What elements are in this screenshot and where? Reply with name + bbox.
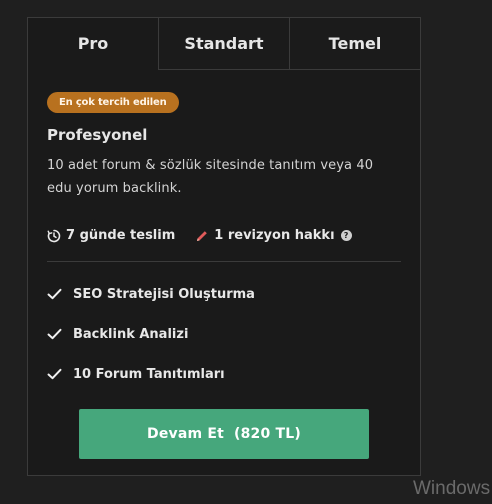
tab-standart[interactable]: Standart bbox=[158, 18, 289, 69]
feature-label: Backlink Analizi bbox=[73, 326, 189, 342]
feature-label: SEO Stratejisi Oluşturma bbox=[73, 286, 255, 302]
revision-info: 1 revizyon hakkı ? bbox=[195, 228, 352, 243]
delivery-text: 7 günde teslim bbox=[66, 228, 176, 243]
revision-text: 1 revizyon hakkı bbox=[214, 228, 335, 243]
price-label: (820 TL) bbox=[234, 426, 301, 442]
most-preferred-badge: En çok tercih edilen bbox=[47, 92, 179, 113]
list-item: Backlink Analizi bbox=[47, 314, 401, 354]
pricing-card: Pro Standart Temel En çok tercih edilen … bbox=[27, 17, 421, 476]
package-tabs: Pro Standart Temel bbox=[28, 18, 420, 70]
list-item: 10 Forum Tanıtımları bbox=[47, 354, 401, 394]
check-icon bbox=[47, 288, 62, 300]
delivery-info: 7 günde teslim bbox=[47, 228, 175, 243]
plan-title: Profesyonel bbox=[47, 126, 148, 144]
check-icon bbox=[47, 368, 62, 380]
feature-list: SEO Stratejisi Oluşturma Backlink Analiz… bbox=[47, 274, 401, 394]
windows-watermark: Windows bbox=[413, 478, 491, 499]
package-body: En çok tercih edilen Profesyonel 10 adet… bbox=[28, 70, 420, 459]
clock-icon bbox=[47, 229, 61, 242]
list-item: SEO Stratejisi Oluşturma bbox=[47, 274, 401, 314]
continue-label: Devam Et bbox=[147, 426, 225, 442]
package-meta: 7 günde teslim 1 revizyon hakkı ? bbox=[47, 228, 401, 243]
check-icon bbox=[47, 328, 62, 340]
divider bbox=[47, 261, 401, 262]
pencil-icon bbox=[197, 230, 208, 241]
feature-label: 10 Forum Tanıtımları bbox=[73, 366, 225, 382]
tab-temel[interactable]: Temel bbox=[289, 18, 420, 69]
tab-pro[interactable]: Pro bbox=[28, 18, 158, 70]
plan-description: 10 adet forum & sözlük sitesinde tanıtım… bbox=[47, 158, 374, 196]
continue-button[interactable]: Devam Et (820 TL) bbox=[79, 409, 369, 459]
help-icon[interactable]: ? bbox=[340, 230, 352, 241]
